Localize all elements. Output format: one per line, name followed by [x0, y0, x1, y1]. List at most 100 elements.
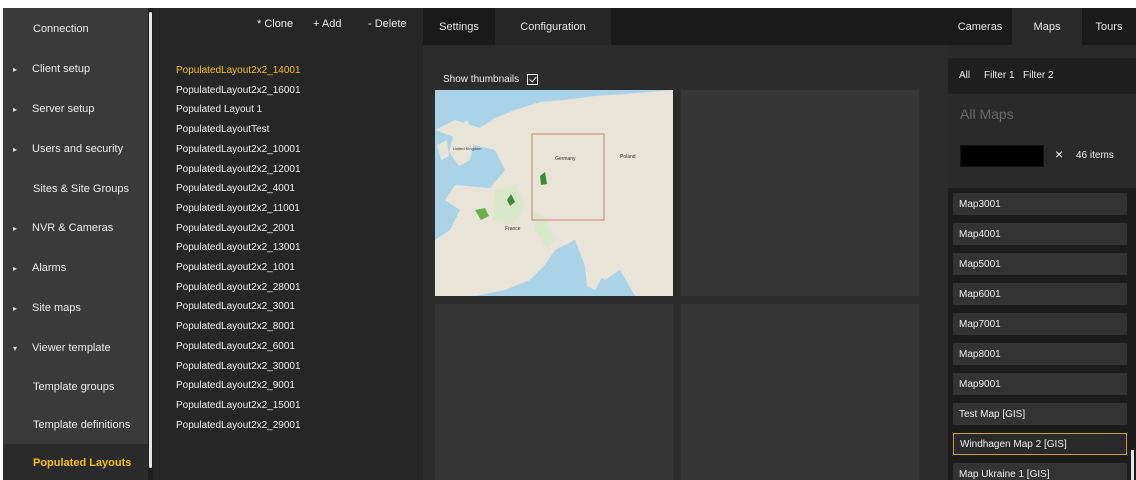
tab-settings[interactable]: Settings: [423, 8, 495, 45]
center-tab-bar: Settings Configuration: [423, 8, 948, 45]
layout-list-pane: * Clone + Add - Delete PopulatedLayout2x…: [153, 8, 423, 480]
layout-list-item[interactable]: PopulatedLayout2x2_11001: [176, 203, 300, 214]
resource-panel: Cameras Maps Tours All Filter 1 Filter 2…: [948, 8, 1136, 480]
layout-list-item[interactable]: PopulatedLayout2x2_1001: [176, 262, 295, 273]
layout-list-item[interactable]: PopulatedLayout2x2_15001: [176, 400, 301, 411]
map-search-input[interactable]: [960, 145, 1044, 167]
filter-2[interactable]: Filter 2: [1023, 70, 1054, 81]
layout-toolbar: * Clone + Add - Delete: [153, 8, 423, 42]
map-list-item[interactable]: Map4001: [953, 223, 1127, 245]
map-label-france: France: [505, 226, 521, 232]
map-label-uk: United Kingdom: [453, 146, 482, 151]
resource-tab-bar: Cameras Maps Tours: [948, 8, 1136, 45]
layout-list-item[interactable]: PopulatedLayout2x2_28001: [176, 282, 301, 293]
tab-maps[interactable]: Maps: [1012, 8, 1082, 45]
nav-item-viewer-template[interactable]: ▾ Viewer template: [3, 329, 148, 367]
nav-item-client-setup[interactable]: ▸ Client setup: [3, 50, 148, 88]
layout-list-item[interactable]: PopulatedLayout2x2_14001: [176, 65, 301, 76]
show-thumbnails-label: Show thumbnails: [443, 74, 520, 85]
expand-arrow-icon: ▸: [13, 223, 18, 233]
map-label-poland: Poland: [620, 154, 636, 160]
show-thumbnails-row: Show thumbnails: [443, 74, 539, 85]
nav-item-sites[interactable]: Sites & Site Groups: [3, 170, 148, 208]
nav-item-server-setup[interactable]: ▸ Server setup: [3, 90, 148, 128]
map-list-item[interactable]: Map7001: [953, 313, 1127, 335]
layout-list-item[interactable]: PopulatedLayout2x2_4001: [176, 183, 295, 194]
show-thumbnails-checkbox[interactable]: [527, 74, 539, 85]
layout-cell-empty[interactable]: [435, 304, 673, 480]
map-list-item[interactable]: Test Map [GIS]: [953, 403, 1127, 425]
filter-1[interactable]: Filter 1: [984, 70, 1015, 81]
layout-list-item[interactable]: PopulatedLayout2x2_16001: [176, 85, 301, 96]
nav-item-connection[interactable]: Connection: [3, 10, 148, 48]
expand-arrow-icon: ▸: [13, 104, 18, 114]
app-window: Connection ▸ Client setup ▸ Server setup ▸…: [3, 8, 1136, 480]
layout-list-item[interactable]: PopulatedLayout2x2_6001: [176, 341, 295, 352]
map-list: Map3001 Map4001 Map5001 Map6001 Map7001 Map80…: [948, 188, 1136, 480]
nav-item-label: Template groups: [33, 381, 115, 393]
layout-cell-map-thumbnail[interactable]: Germany Poland France United Kingdom: [435, 90, 673, 296]
nav-scrollbar-thumb[interactable]: [149, 12, 152, 468]
layout-list-item[interactable]: Populated Layout 1: [176, 104, 262, 115]
clear-search-icon[interactable]: ×: [1055, 146, 1063, 162]
nav-item-users-security[interactable]: ▸ Users and security: [3, 130, 148, 168]
layout-list-item[interactable]: PopulatedLayout2x2_3001: [176, 301, 295, 312]
tab-cameras[interactable]: Cameras: [948, 8, 1012, 45]
map-list-scrollbar-track[interactable]: [1130, 188, 1134, 480]
map-list-item[interactable]: Map9001: [953, 373, 1127, 395]
item-count: 46 items: [1076, 150, 1114, 161]
layout-list-item[interactable]: PopulatedLayout2x2_30001: [176, 361, 301, 372]
expand-arrow-icon: ▸: [13, 303, 18, 313]
map-label-germany: Germany: [555, 156, 576, 162]
nav-item-label: Server setup: [32, 103, 95, 115]
filter-all[interactable]: All: [959, 70, 970, 81]
tab-configuration[interactable]: Configuration: [495, 8, 611, 45]
nav-item-label: Sites & Site Groups: [33, 183, 129, 195]
tab-tours[interactable]: Tours: [1082, 8, 1136, 45]
delete-button[interactable]: - Delete: [368, 18, 407, 30]
nav-item-label: Template definitions: [33, 419, 131, 431]
nav-item-label: Users and security: [32, 143, 124, 155]
nav-item-populated-layouts[interactable]: Populated Layouts: [3, 444, 148, 480]
layout-cell-empty[interactable]: [681, 304, 919, 480]
nav-item-template-groups[interactable]: Template groups: [3, 368, 148, 406]
map-list-item[interactable]: Map8001: [953, 343, 1127, 365]
expand-arrow-icon: ▸: [13, 144, 18, 154]
nav-item-label: Viewer template: [32, 342, 111, 354]
layout-list-item[interactable]: PopulatedLayout2x2_8001: [176, 321, 295, 332]
map-list-item[interactable]: Map5001: [953, 253, 1127, 275]
map-list-item[interactable]: Windhagen Map 2 [GIS]: [953, 433, 1127, 455]
nav-item-template-definitions[interactable]: Template definitions: [3, 406, 148, 444]
nav-item-label: Site maps: [32, 302, 81, 314]
layout-cell-empty[interactable]: [681, 90, 919, 296]
nav-item-label: Connection: [33, 23, 89, 35]
nav-item-label: Client setup: [32, 63, 91, 75]
expand-arrow-icon: ▸: [13, 263, 18, 273]
expand-arrow-icon: ▸: [13, 64, 18, 74]
map-list-item[interactable]: Map Ukraine 1 [GIS]: [953, 463, 1127, 480]
map-list-item[interactable]: Map3001: [953, 193, 1127, 215]
nav-item-nvr-cameras[interactable]: ▸ NVR & Cameras: [3, 209, 148, 247]
filter-bar: All Filter 1 Filter 2: [948, 58, 1136, 94]
add-button[interactable]: + Add: [313, 18, 341, 30]
configuration-pane: Settings Configuration Show thumbnails G…: [423, 8, 948, 480]
nav-item-site-maps[interactable]: ▸ Site maps: [3, 289, 148, 327]
nav-item-label: Alarms: [32, 262, 67, 274]
layout-list-item[interactable]: PopulatedLayoutTest: [176, 124, 269, 135]
collapse-arrow-icon: ▾: [13, 343, 18, 353]
layout-list-item[interactable]: PopulatedLayout2x2_12001: [176, 164, 301, 175]
map-list-scrollbar-thumb[interactable]: [1131, 450, 1134, 480]
nav-item-alarms[interactable]: ▸ Alarms: [3, 249, 148, 287]
layout-list-item[interactable]: PopulatedLayout2x2_9001: [176, 380, 295, 391]
europe-map-thumbnail: Germany Poland France United Kingdom: [435, 90, 673, 296]
settings-nav: Connection ▸ Client setup ▸ Server setup ▸…: [3, 8, 148, 480]
nav-item-label: Populated Layouts: [33, 457, 132, 469]
layout-list-item[interactable]: PopulatedLayout2x2_10001: [176, 144, 301, 155]
all-maps-heading: All Maps: [960, 106, 1014, 122]
layout-list-item[interactable]: PopulatedLayout2x2_29001: [176, 420, 301, 431]
layout-list-item[interactable]: PopulatedLayout2x2_13001: [176, 242, 301, 253]
map-list-item[interactable]: Map6001: [953, 283, 1127, 305]
nav-item-label: NVR & Cameras: [32, 222, 114, 234]
layout-list-item[interactable]: PopulatedLayout2x2_2001: [176, 223, 295, 234]
clone-button[interactable]: * Clone: [257, 18, 293, 30]
